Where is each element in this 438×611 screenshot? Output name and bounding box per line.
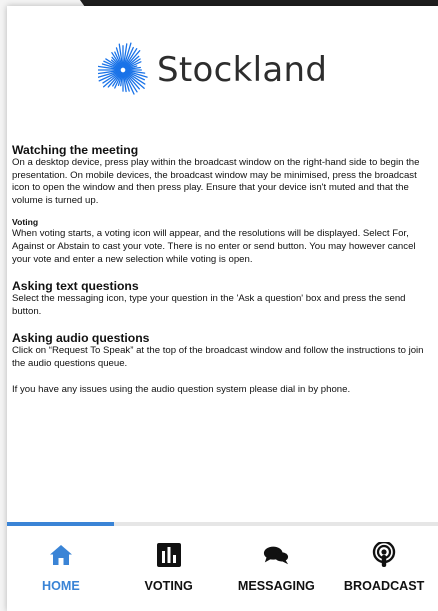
section-body-watching: On a desktop device, press play within t… <box>12 157 420 206</box>
bar-chart-icon <box>156 543 182 567</box>
tab-voting[interactable]: VOTING <box>115 526 223 611</box>
instructions-content: Watching the meeting On a desktop device… <box>12 143 427 396</box>
home-icon <box>48 543 74 567</box>
tab-messaging[interactable]: MESSAGING <box>223 526 331 611</box>
tab-home[interactable]: HOME <box>7 526 115 611</box>
app-frame: Stockland Watching the meeting On a desk… <box>0 0 438 611</box>
bottom-tab-bar: HOME VOTING MESSAGING BROADCAST <box>7 526 438 611</box>
chat-bubbles-icon <box>263 543 289 567</box>
stockland-logo: Stockland <box>98 42 327 98</box>
tab-home-label: HOME <box>41 579 80 593</box>
audio-help-note: If you have any issues using the audio q… <box>12 383 351 395</box>
section-title-watching: Watching the meeting <box>12 143 139 157</box>
tab-voting-label: VOTING <box>144 579 193 593</box>
tab-broadcast-label: BROADCAST <box>343 579 425 593</box>
section-body-text-questions: Select the messaging icon, type your que… <box>12 293 406 317</box>
section-body-voting: When voting starts, a voting icon will a… <box>12 228 416 265</box>
section-title-audio-questions: Asking audio questions <box>12 331 150 346</box>
starburst-icon <box>98 42 148 95</box>
section-title-voting: Voting <box>12 217 39 228</box>
tab-messaging-label: MESSAGING <box>237 579 315 593</box>
tab-broadcast[interactable]: BROADCAST <box>330 526 438 611</box>
brand-name: Stockland <box>157 50 328 90</box>
podcast-icon <box>371 542 397 567</box>
section-body-audio-questions: Click on “Request To Speak” at the top o… <box>12 345 424 369</box>
section-title-text-questions: Asking text questions <box>12 279 139 294</box>
